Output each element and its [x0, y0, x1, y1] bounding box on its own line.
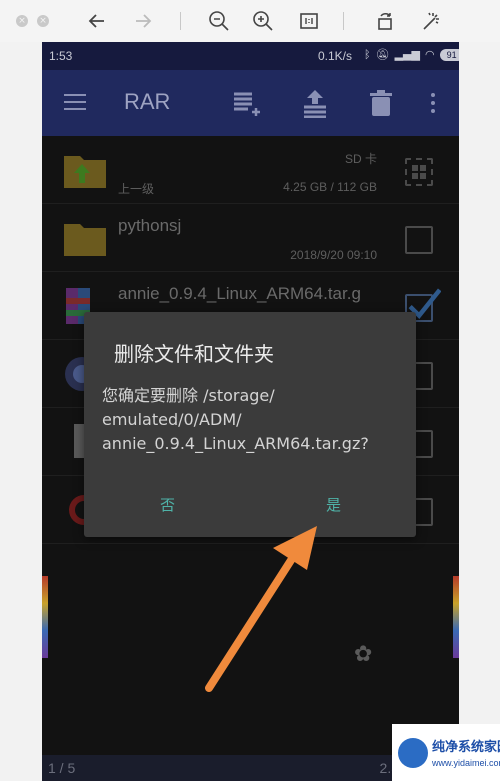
image-viewer-toolbar: × ×	[0, 0, 500, 42]
toolbar-divider	[180, 12, 181, 30]
zoom-out-icon[interactable]	[206, 8, 232, 34]
page-indicator: 1 / 5	[48, 760, 76, 776]
watermark-logo-icon	[398, 738, 428, 768]
add-to-archive-icon[interactable]	[232, 88, 262, 118]
side-strip-right	[453, 576, 459, 658]
status-time: 1:53	[49, 49, 73, 63]
app-bar: RAR	[42, 70, 459, 136]
mute-icon: 🔕︎	[375, 48, 390, 61]
annotation-arrow-icon	[205, 526, 317, 692]
status-bar: 1:53 0.1K/s ᛒ 🔕︎ ▂▄▆ ◠ 91	[42, 42, 459, 70]
file-name: annie_0.9.4_Linux_ARM64.tar.g	[118, 284, 361, 303]
folder-icon	[62, 218, 108, 258]
app-title: RAR	[124, 89, 171, 114]
signal-icon: ▂▄▆	[394, 48, 420, 61]
folder-up-icon	[62, 150, 108, 190]
file-name: pythonsj	[118, 216, 182, 235]
delete-icon[interactable]	[366, 88, 396, 118]
toolbar-divider	[343, 12, 344, 30]
actual-size-icon[interactable]	[296, 8, 322, 34]
bluetooth-icon: ᛒ	[364, 48, 371, 61]
list-item[interactable]: 上一级 SD 卡 4.25 GB / 112 GB	[42, 136, 459, 204]
forward-icon[interactable]	[130, 8, 156, 34]
network-speed: 0.1K/s	[318, 49, 353, 63]
back-icon[interactable]	[84, 8, 110, 34]
storage-label: SD 卡	[344, 152, 377, 166]
file-date: 2018/9/20 09:10	[290, 248, 377, 262]
delete-confirm-dialog: 删除文件和文件夹 您确定要删除 /storage/ emulated/0/ADM…	[84, 312, 416, 537]
list-item[interactable]: pythonsj 2018/9/20 09:10	[42, 204, 459, 272]
checkbox[interactable]	[405, 226, 433, 254]
storage-usage: 4.25 GB / 112 GB	[283, 180, 377, 194]
more-options-icon[interactable]	[420, 88, 450, 118]
extract-icon[interactable]	[300, 88, 330, 119]
dialog-title: 删除文件和文件夹	[114, 342, 274, 366]
battery-icon: 91	[439, 48, 459, 61]
close-window-icon[interactable]: ×	[16, 15, 28, 27]
wifi-icon: ◠	[424, 48, 435, 61]
menu-icon[interactable]	[64, 94, 86, 110]
magic-wand-icon[interactable]	[418, 8, 444, 34]
watermark-url: www.yidaimei.com	[432, 758, 500, 768]
dialog-message: 您确定要删除 /storage/ emulated/0/ADM/ annie_0…	[102, 386, 369, 453]
grid-view-icon[interactable]	[405, 158, 433, 186]
rotate-icon[interactable]	[372, 8, 398, 34]
minimize-window-icon[interactable]: ×	[37, 15, 49, 27]
paw-icon: ✿	[354, 642, 373, 667]
watermark: 纯净系统家园 www.yidaimei.com	[392, 724, 500, 781]
file-subtitle: 上一级	[118, 182, 155, 196]
watermark-title: 纯净系统家园	[432, 740, 500, 755]
zoom-in-icon[interactable]	[250, 8, 276, 34]
status-icons: ᛒ 🔕︎ ▂▄▆ ◠ 91	[364, 48, 459, 61]
side-strip-left	[42, 576, 48, 658]
no-button[interactable]: 否	[160, 494, 175, 515]
